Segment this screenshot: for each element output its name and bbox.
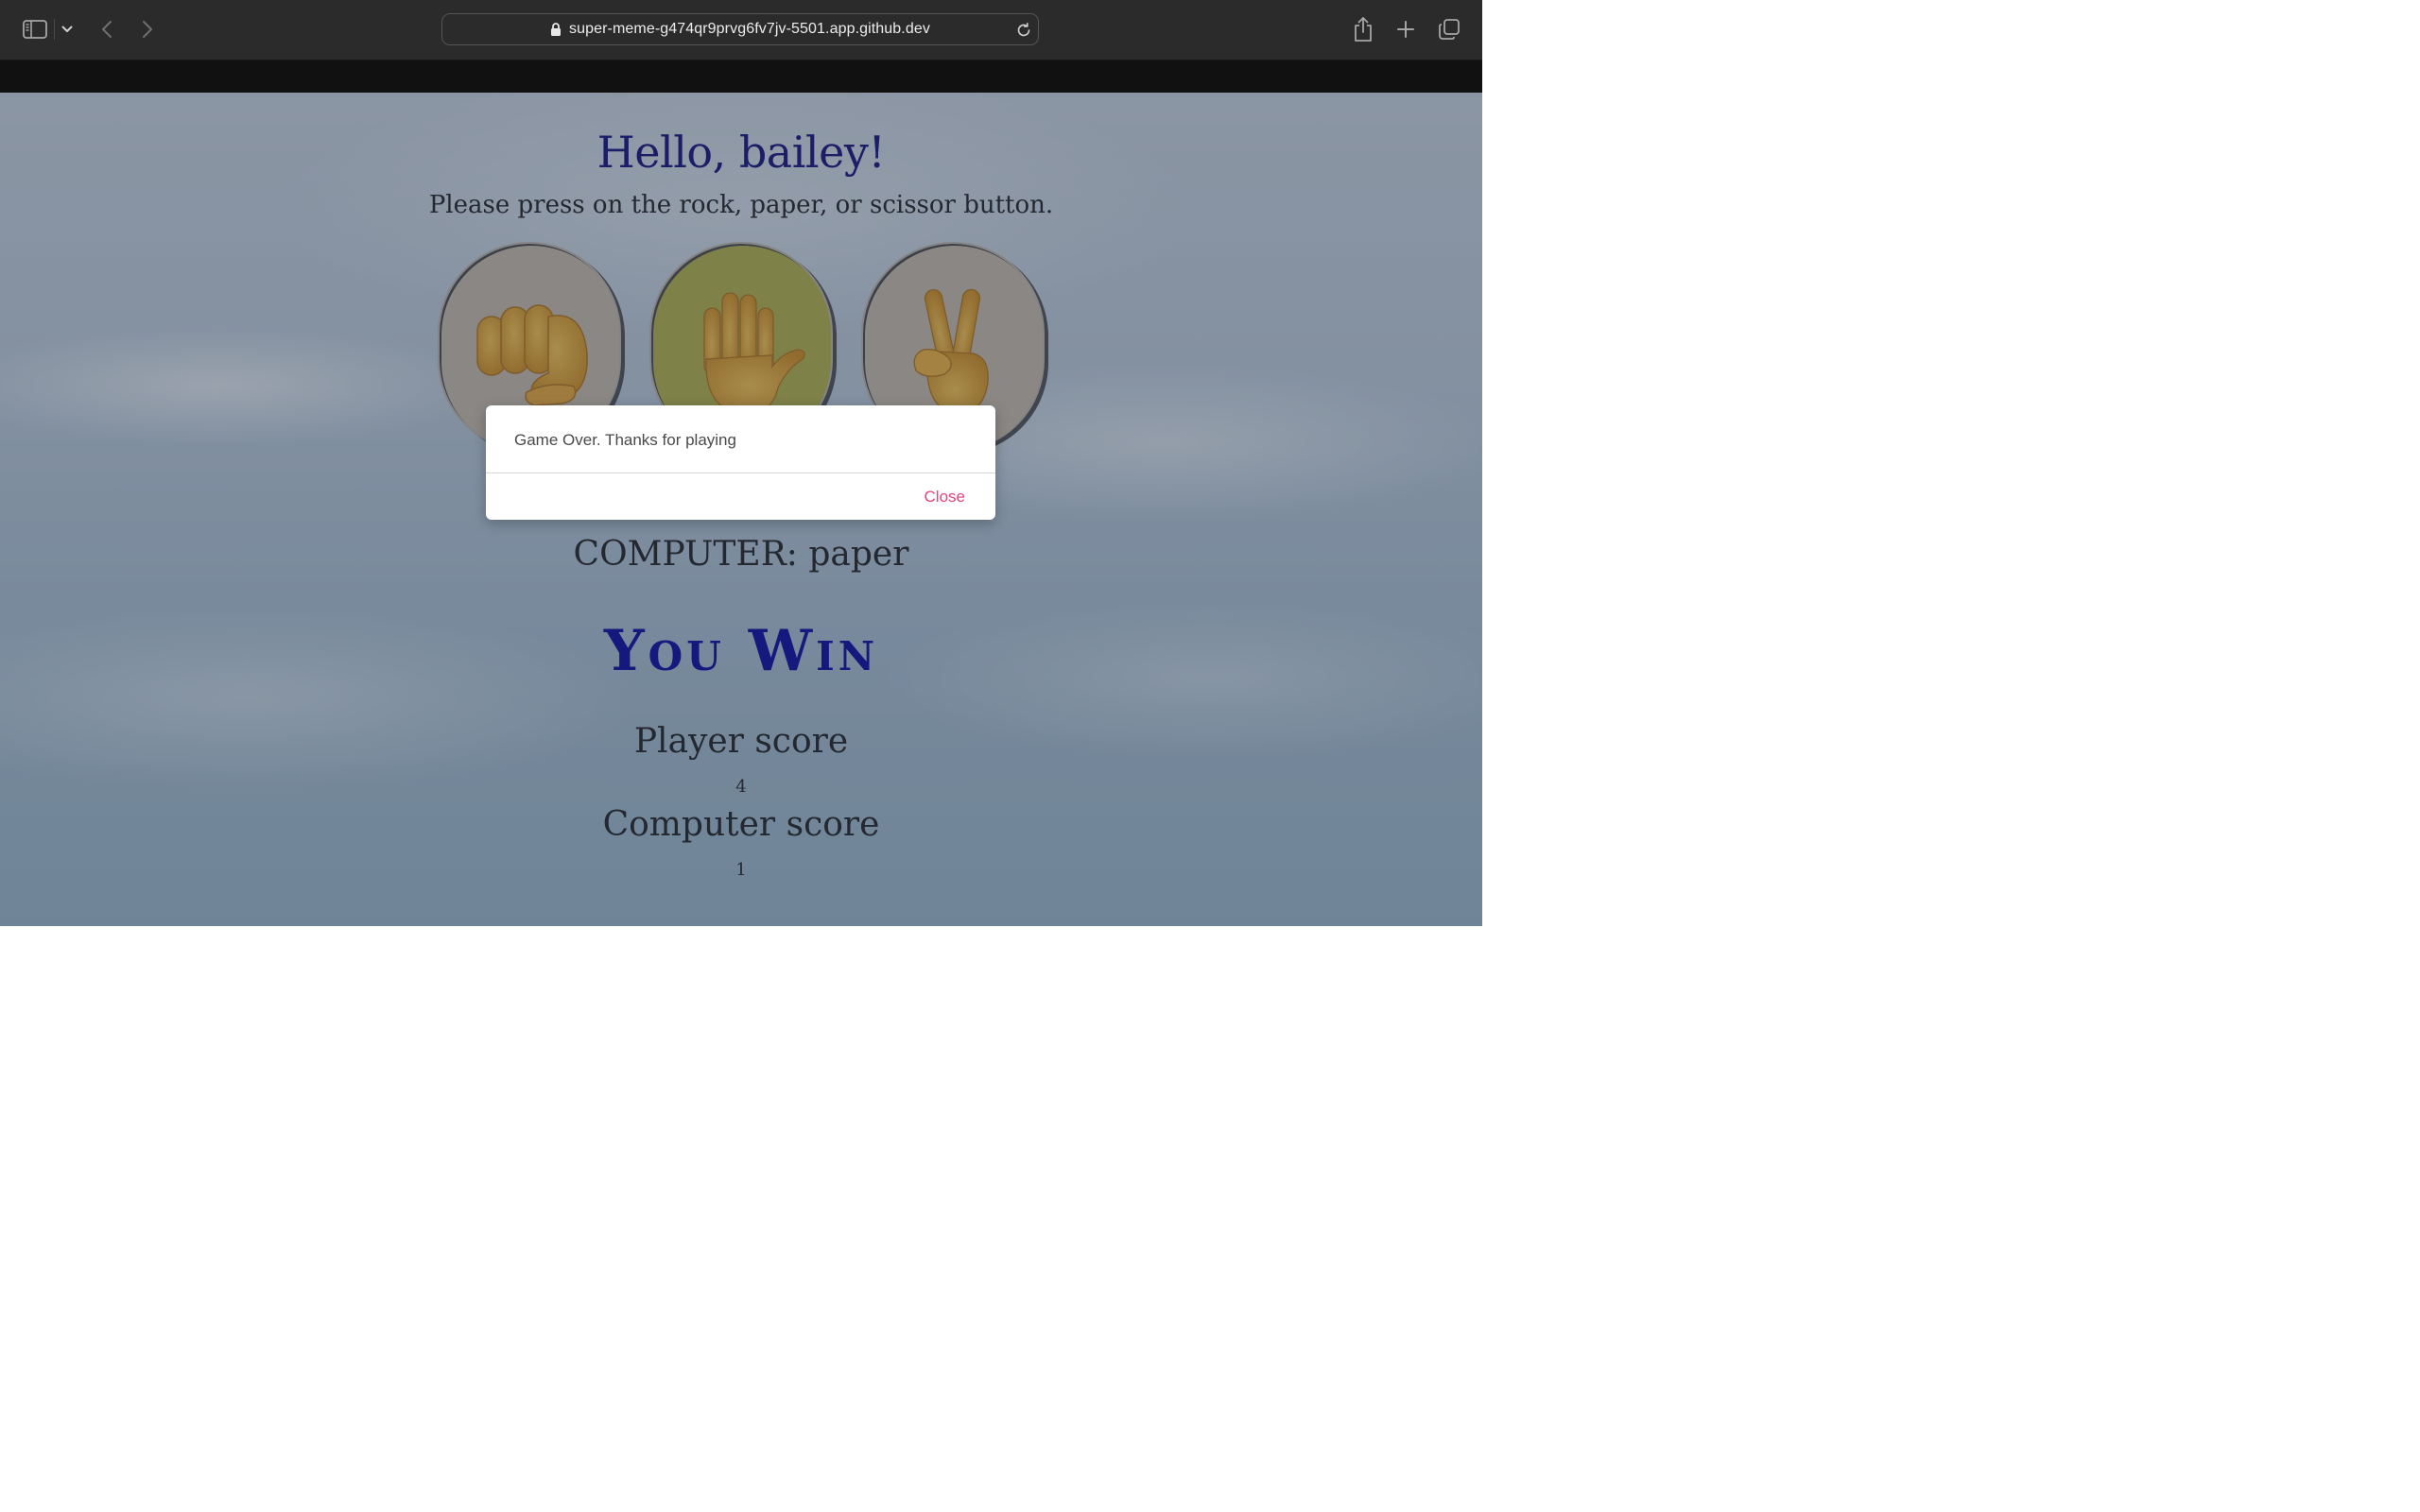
browser-window: super-meme-g474qr9prvg6fv7jv-5501.app.gi… (0, 0, 1482, 926)
close-button[interactable]: Close (925, 488, 965, 507)
sidebar-icon[interactable] (21, 17, 49, 42)
reload-icon[interactable] (1015, 22, 1032, 39)
game-over-modal: Game Over. Thanks for playing Close (486, 405, 995, 520)
url-text: super-meme-g474qr9prvg6fv7jv-5501.app.gi… (569, 21, 930, 37)
chevron-right-icon[interactable] (135, 17, 160, 42)
page-navbar (0, 60, 1482, 93)
tabs-icon[interactable] (1437, 17, 1461, 42)
address-bar[interactable]: super-meme-g474qr9prvg6fv7jv-5501.app.gi… (441, 13, 1039, 45)
page-viewport: Hello, bailey! Please press on the rock,… (0, 93, 1482, 926)
toolbar-divider (54, 19, 55, 40)
lock-icon (550, 23, 562, 36)
modal-message: Game Over. Thanks for playing (514, 431, 736, 449)
chevron-down-icon[interactable] (59, 21, 76, 38)
chevron-left-icon[interactable] (95, 17, 119, 42)
share-icon[interactable] (1351, 15, 1375, 43)
browser-toolbar: super-meme-g474qr9prvg6fv7jv-5501.app.gi… (0, 0, 1482, 60)
modal-body: Game Over. Thanks for playing (486, 405, 995, 473)
plus-icon[interactable] (1393, 17, 1418, 42)
